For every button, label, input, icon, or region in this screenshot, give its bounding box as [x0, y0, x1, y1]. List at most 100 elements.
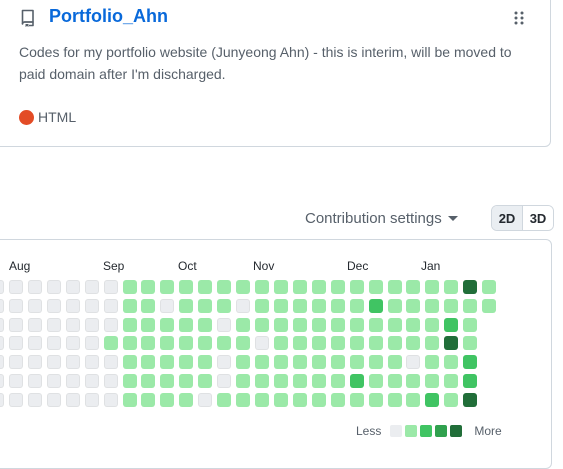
- contribution-day[interactable]: [368, 298, 383, 313]
- contribution-day[interactable]: [330, 392, 345, 407]
- contribution-day[interactable]: [84, 298, 99, 313]
- contribution-day[interactable]: [198, 336, 213, 351]
- contribution-day[interactable]: [368, 392, 383, 407]
- contribution-day[interactable]: [84, 355, 99, 370]
- contribution-day[interactable]: [425, 355, 440, 370]
- contribution-day[interactable]: [368, 317, 383, 332]
- contribution-day[interactable]: [387, 317, 402, 332]
- contribution-day[interactable]: [444, 355, 459, 370]
- contribution-day[interactable]: [330, 336, 345, 351]
- contribution-day[interactable]: [406, 336, 421, 351]
- contribution-day[interactable]: [463, 317, 478, 332]
- contribution-day[interactable]: [255, 374, 270, 388]
- contribution-day[interactable]: [255, 392, 270, 407]
- contribution-day[interactable]: [46, 392, 61, 407]
- view-3d-button[interactable]: 3D: [522, 206, 553, 230]
- contribution-day[interactable]: [482, 280, 497, 294]
- contribution-day[interactable]: [103, 355, 118, 370]
- contribution-day[interactable]: [292, 374, 307, 388]
- contribution-day[interactable]: [255, 298, 270, 313]
- contribution-day[interactable]: [330, 280, 345, 294]
- contribution-day[interactable]: [425, 336, 440, 351]
- contribution-day[interactable]: [425, 317, 440, 332]
- contribution-day[interactable]: [217, 374, 232, 388]
- contribution-day[interactable]: [349, 317, 364, 332]
- contribution-day[interactable]: [141, 317, 156, 332]
- contribution-day[interactable]: [463, 374, 478, 388]
- contribution-day[interactable]: [122, 374, 137, 388]
- contribution-day[interactable]: [8, 374, 23, 388]
- contribution-day[interactable]: [425, 280, 440, 294]
- contribution-day[interactable]: [330, 374, 345, 388]
- contribution-day[interactable]: [179, 336, 194, 351]
- contribution-day[interactable]: [273, 280, 288, 294]
- contribution-day[interactable]: [463, 298, 478, 313]
- contribution-day[interactable]: [463, 355, 478, 370]
- contribution-day[interactable]: [292, 392, 307, 407]
- contribution-day[interactable]: [179, 374, 194, 388]
- contribution-day[interactable]: [103, 392, 118, 407]
- contribution-day[interactable]: [236, 336, 251, 351]
- contribution-day[interactable]: [27, 355, 42, 370]
- contribution-day[interactable]: [160, 355, 175, 370]
- contribution-day[interactable]: [349, 280, 364, 294]
- contribution-day[interactable]: [311, 336, 326, 351]
- contribution-day[interactable]: [141, 374, 156, 388]
- contribution-day[interactable]: [311, 355, 326, 370]
- contribution-day[interactable]: [122, 336, 137, 351]
- contribution-day[interactable]: [141, 392, 156, 407]
- contribution-day[interactable]: [406, 392, 421, 407]
- contribution-day[interactable]: [349, 374, 364, 388]
- contribution-day[interactable]: [444, 392, 459, 407]
- contribution-day[interactable]: [387, 280, 402, 294]
- contribution-day[interactable]: [292, 298, 307, 313]
- contribution-day[interactable]: [273, 336, 288, 351]
- drag-handle-icon[interactable]: [513, 10, 525, 26]
- contribution-day[interactable]: [482, 298, 497, 313]
- contribution-day[interactable]: [27, 336, 42, 351]
- contribution-day[interactable]: [0, 317, 4, 332]
- contribution-day[interactable]: [27, 280, 42, 294]
- contribution-day[interactable]: [198, 374, 213, 388]
- contribution-day[interactable]: [406, 355, 421, 370]
- contribution-day[interactable]: [368, 280, 383, 294]
- contribution-day[interactable]: [444, 298, 459, 313]
- contribution-day[interactable]: [179, 317, 194, 332]
- contribution-day[interactable]: [217, 355, 232, 370]
- contribution-day[interactable]: [311, 374, 326, 388]
- contribution-settings-dropdown[interactable]: Contribution settings: [305, 207, 458, 229]
- contribution-day[interactable]: [0, 336, 4, 351]
- contribution-day[interactable]: [292, 280, 307, 294]
- contribution-day[interactable]: [255, 280, 270, 294]
- contribution-day[interactable]: [8, 317, 23, 332]
- contribution-day[interactable]: [160, 317, 175, 332]
- contribution-day[interactable]: [103, 317, 118, 332]
- contribution-day[interactable]: [236, 280, 251, 294]
- contribution-day[interactable]: [198, 392, 213, 407]
- contribution-day[interactable]: [141, 355, 156, 370]
- contribution-day[interactable]: [0, 392, 4, 407]
- contribution-day[interactable]: [198, 317, 213, 332]
- contribution-day[interactable]: [84, 374, 99, 388]
- contribution-day[interactable]: [273, 317, 288, 332]
- contribution-day[interactable]: [122, 317, 137, 332]
- contribution-day[interactable]: [198, 355, 213, 370]
- contribution-day[interactable]: [311, 298, 326, 313]
- contribution-day[interactable]: [217, 317, 232, 332]
- contribution-day[interactable]: [160, 336, 175, 351]
- contribution-day[interactable]: [103, 298, 118, 313]
- contribution-day[interactable]: [406, 298, 421, 313]
- contribution-day[interactable]: [160, 298, 175, 313]
- contribution-day[interactable]: [217, 392, 232, 407]
- contribution-day[interactable]: [0, 280, 4, 294]
- contribution-day[interactable]: [179, 355, 194, 370]
- contribution-day[interactable]: [330, 317, 345, 332]
- contribution-day[interactable]: [273, 355, 288, 370]
- contribution-day[interactable]: [0, 298, 4, 313]
- contribution-day[interactable]: [65, 336, 80, 351]
- contribution-day[interactable]: [8, 336, 23, 351]
- contribution-day[interactable]: [444, 336, 459, 351]
- contribution-day[interactable]: [8, 280, 23, 294]
- contribution-day[interactable]: [65, 317, 80, 332]
- contribution-day[interactable]: [27, 317, 42, 332]
